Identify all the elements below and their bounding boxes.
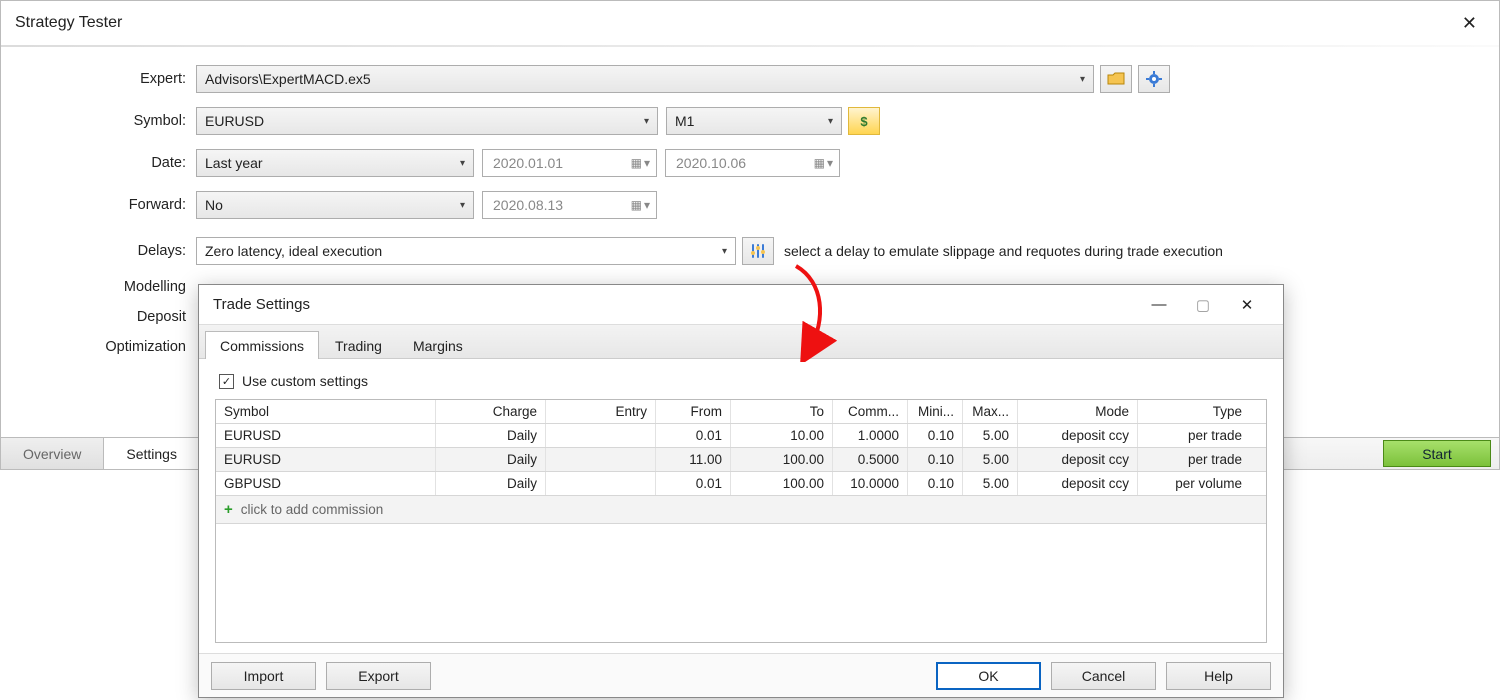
chevron-down-icon: ▾ (722, 246, 727, 257)
delays-value: Zero latency, ideal execution (205, 243, 382, 259)
date-to-input[interactable]: 2020.10.06 ▦▾ (665, 149, 840, 177)
chevron-down-icon: ▾ (460, 200, 465, 211)
tab-overview[interactable]: Overview (1, 438, 104, 469)
plus-icon: + (224, 501, 233, 518)
col-entry[interactable]: Entry (546, 400, 656, 423)
timeframe-select[interactable]: M1 ▾ (666, 107, 842, 135)
expert-select[interactable]: Advisors\ExpertMACD.ex5 ▾ (196, 65, 1094, 93)
forward-date-value: 2020.08.13 (493, 197, 563, 213)
add-commission-row[interactable]: + click to add commission (216, 496, 1266, 524)
table-row[interactable]: EURUSD Daily 0.01 10.00 1.0000 0.10 5.00… (216, 424, 1266, 448)
close-icon[interactable]: ✕ (1225, 296, 1269, 314)
chevron-down-icon: ▾ (1080, 74, 1085, 85)
expert-value: Advisors\ExpertMACD.ex5 (205, 71, 371, 87)
col-comm[interactable]: Comm... (833, 400, 908, 423)
calendar-icon: ▦ (814, 156, 825, 170)
calendar-icon: ▦ (631, 156, 642, 170)
check-icon: ✓ (219, 374, 234, 389)
date-from-input[interactable]: 2020.01.01 ▦▾ (482, 149, 657, 177)
open-folder-button[interactable] (1100, 65, 1132, 93)
delays-select[interactable]: Zero latency, ideal execution ▾ (196, 237, 736, 265)
commissions-grid: Symbol Charge Entry From To Comm... Mini… (215, 399, 1267, 643)
date-preset-value: Last year (205, 155, 263, 171)
tab-commissions[interactable]: Commissions (205, 331, 319, 359)
col-symbol[interactable]: Symbol (216, 400, 436, 423)
tab-margins[interactable]: Margins (398, 331, 478, 359)
grid-empty-space (216, 524, 1266, 642)
table-row[interactable]: GBPUSD Daily 0.01 100.00 10.0000 0.10 5.… (216, 472, 1266, 496)
add-commission-label: click to add commission (241, 502, 384, 517)
window-title: Strategy Tester (15, 14, 1454, 32)
cancel-button[interactable]: Cancel (1051, 662, 1156, 690)
table-row[interactable]: EURUSD Daily 11.00 100.00 0.5000 0.10 5.… (216, 448, 1266, 472)
dollar-icon: $ (860, 114, 867, 129)
date-preset-select[interactable]: Last year ▾ (196, 149, 474, 177)
forward-select[interactable]: No ▾ (196, 191, 474, 219)
deposit-label: Deposit (1, 309, 196, 325)
timeframe-value: M1 (675, 113, 694, 129)
dialog-footer: Import Export OK Cancel Help (199, 653, 1283, 697)
expert-label: Expert: (1, 71, 196, 87)
minimize-icon[interactable]: — (1137, 296, 1181, 313)
forward-date-input[interactable]: 2020.08.13 ▦▾ (482, 191, 657, 219)
delays-label: Delays: (1, 243, 196, 259)
col-min[interactable]: Mini... (908, 400, 963, 423)
col-from[interactable]: From (656, 400, 731, 423)
import-button[interactable]: Import (211, 662, 316, 690)
expert-settings-button[interactable] (1138, 65, 1170, 93)
col-mode[interactable]: Mode (1018, 400, 1138, 423)
date-label: Date: (1, 155, 196, 171)
col-charge[interactable]: Charge (436, 400, 546, 423)
grid-header: Symbol Charge Entry From To Comm... Mini… (216, 400, 1266, 424)
dialog-titlebar: Trade Settings — ▢ ✕ (199, 285, 1283, 325)
col-to[interactable]: To (731, 400, 833, 423)
symbol-info-button[interactable]: $ (848, 107, 880, 135)
forward-label: Forward: (1, 197, 196, 213)
tab-trading[interactable]: Trading (320, 331, 397, 359)
close-icon[interactable]: ✕ (1454, 13, 1485, 34)
dialog-title: Trade Settings (213, 296, 1137, 313)
col-type[interactable]: Type (1138, 400, 1250, 423)
use-custom-checkbox[interactable]: ✓ Use custom settings (219, 373, 1267, 389)
delays-settings-button[interactable] (742, 237, 774, 265)
main-titlebar: Strategy Tester ✕ (1, 1, 1499, 45)
chevron-down-icon: ▾ (827, 156, 833, 170)
dialog-tabbar: Commissions Trading Margins (199, 325, 1283, 359)
chevron-down-icon: ▾ (460, 158, 465, 169)
chevron-down-icon: ▾ (644, 198, 650, 212)
trade-settings-dialog: Trade Settings — ▢ ✕ Commissions Trading… (198, 284, 1284, 698)
symbol-select[interactable]: EURUSD ▾ (196, 107, 658, 135)
dialog-body: ✓ Use custom settings Symbol Charge Entr… (199, 359, 1283, 653)
symbol-label: Symbol: (1, 113, 196, 129)
start-button[interactable]: Start (1383, 440, 1491, 467)
modelling-label: Modelling (1, 279, 196, 295)
calendar-icon: ▦ (631, 198, 642, 212)
symbol-value: EURUSD (205, 113, 264, 129)
col-max[interactable]: Max... (963, 400, 1018, 423)
delays-hint: select a delay to emulate slippage and r… (784, 243, 1223, 259)
use-custom-label: Use custom settings (242, 373, 368, 389)
chevron-down-icon: ▾ (644, 116, 649, 127)
optimization-label: Optimization (1, 339, 196, 355)
help-button[interactable]: Help (1166, 662, 1271, 690)
forward-value: No (205, 197, 223, 213)
maximize-icon[interactable]: ▢ (1181, 296, 1225, 314)
date-from-value: 2020.01.01 (493, 155, 563, 171)
chevron-down-icon: ▾ (644, 156, 650, 170)
ok-button[interactable]: OK (936, 662, 1041, 690)
tab-settings[interactable]: Settings (104, 438, 200, 469)
date-to-value: 2020.10.06 (676, 155, 746, 171)
chevron-down-icon: ▾ (828, 116, 833, 127)
export-button[interactable]: Export (326, 662, 431, 690)
